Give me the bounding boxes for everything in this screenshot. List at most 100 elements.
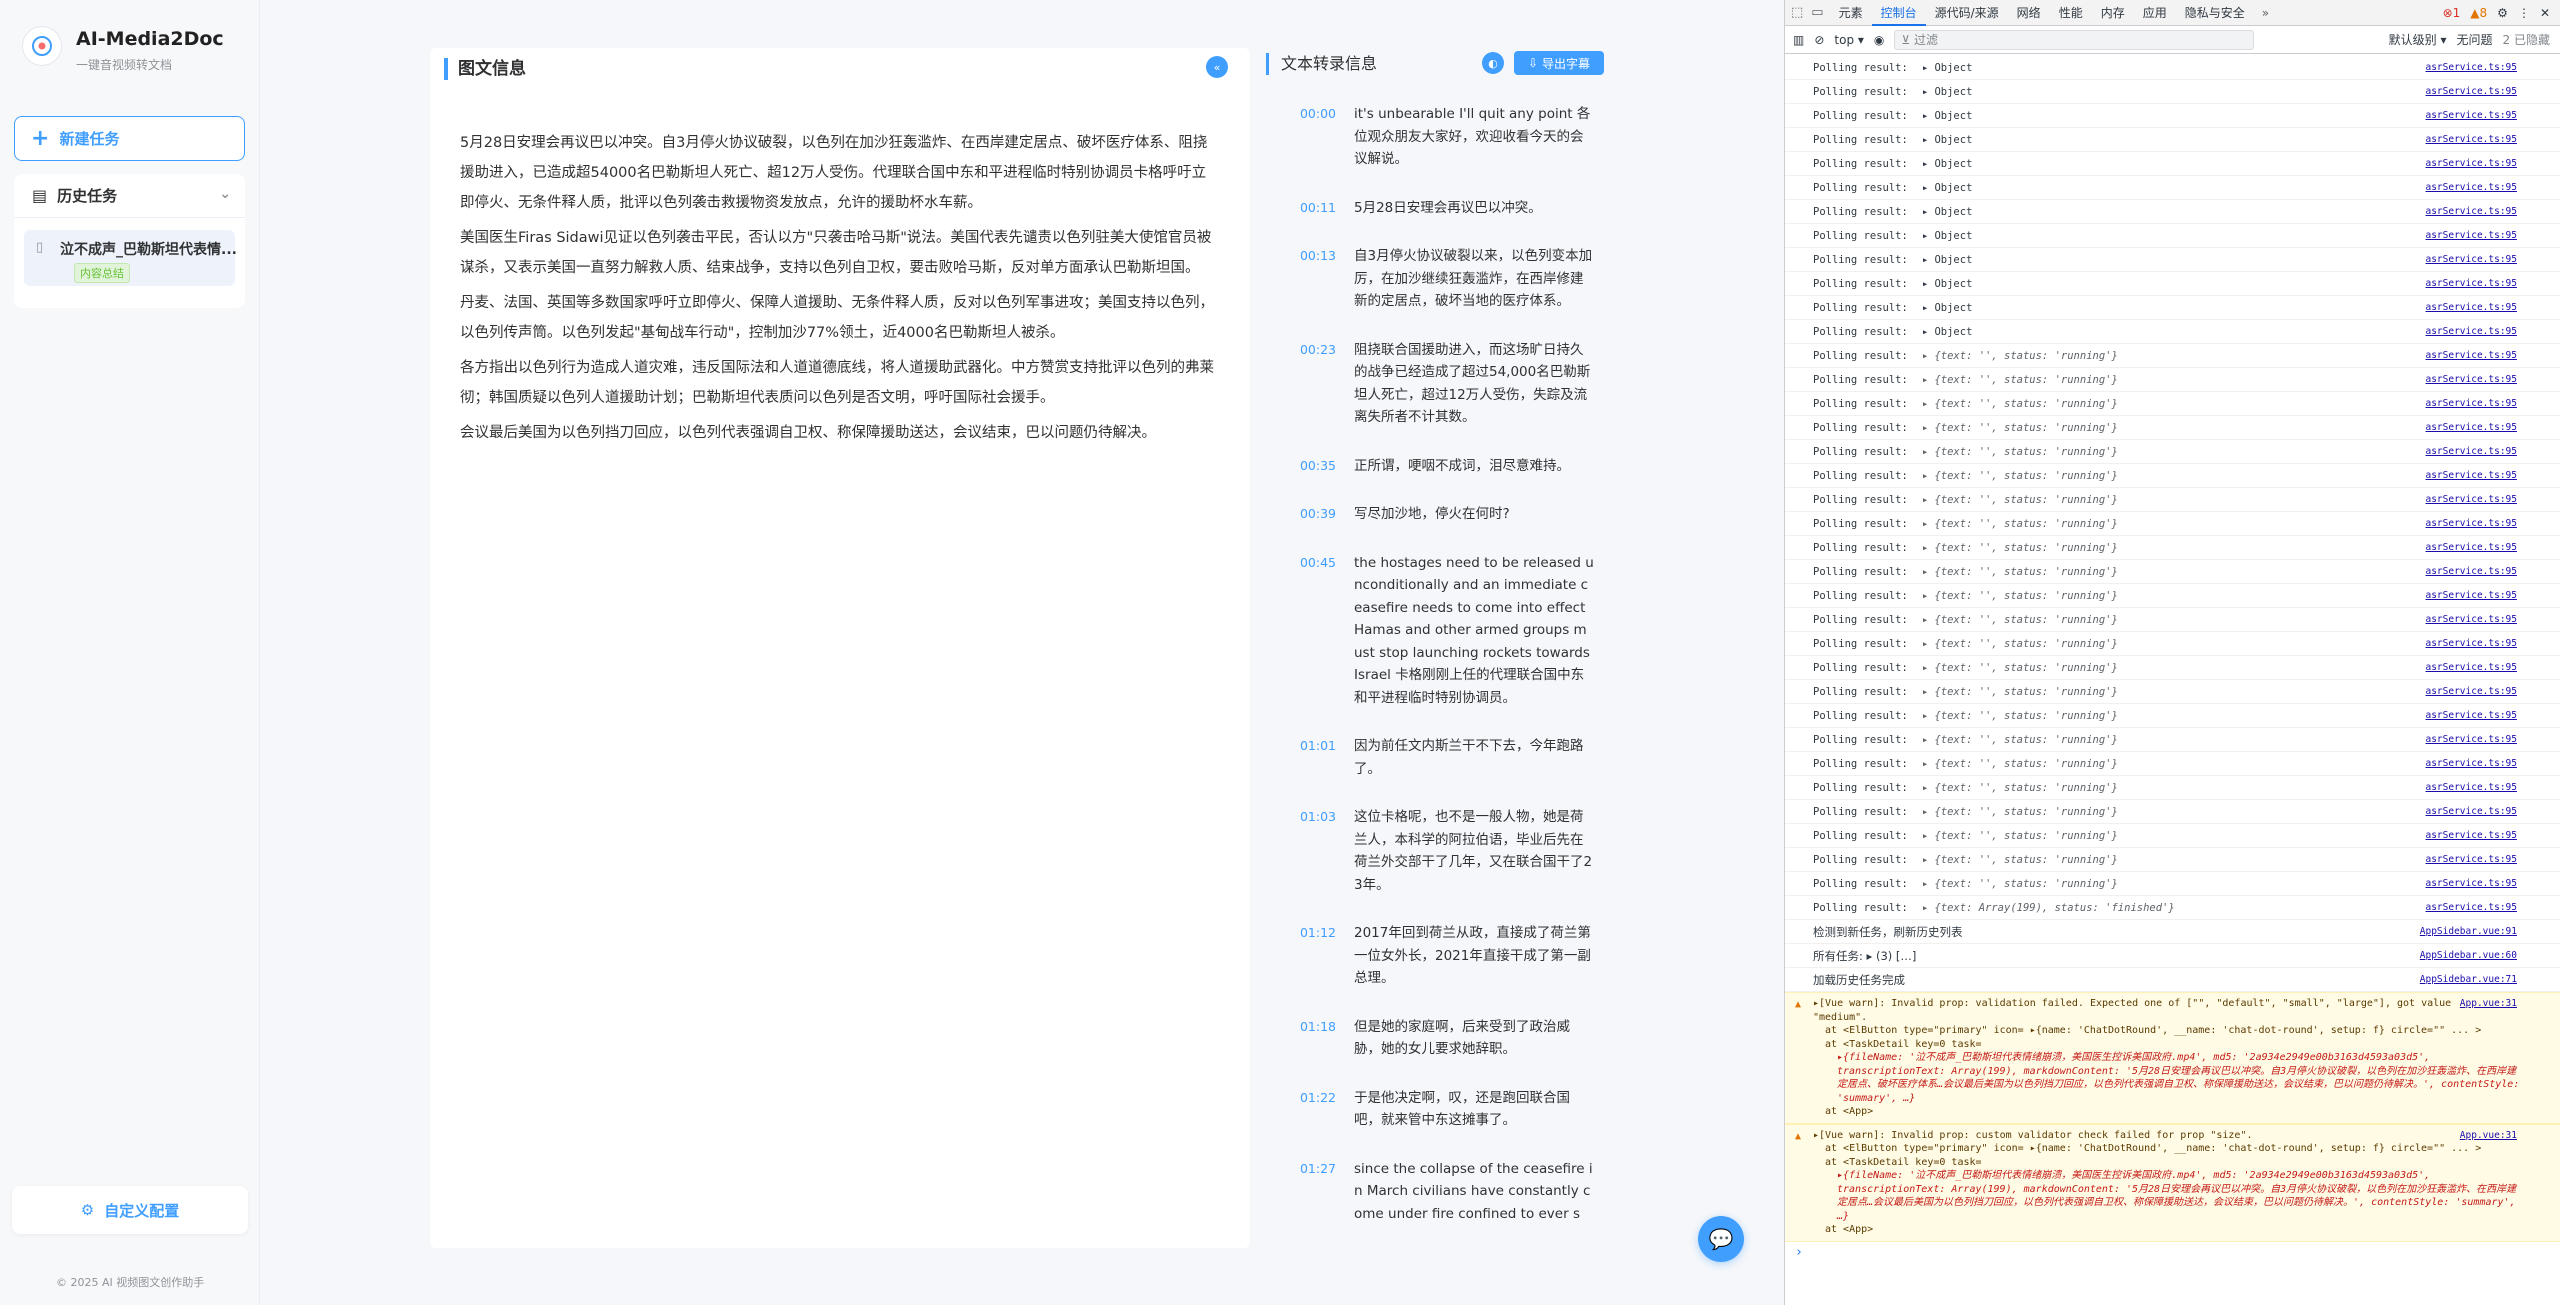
warning-task-object[interactable]: ▸{fileName: '泣不成声_巴勒斯坦代表情绪崩溃，美国医生控诉美国政府.… <box>1813 1051 2521 1105</box>
log-source-link[interactable]: asrService.ts:95 <box>2425 206 2517 217</box>
log-source-link[interactable]: asrService.ts:95 <box>2425 854 2517 865</box>
segment-timestamp[interactable]: 01:27 <box>1282 1158 1354 1226</box>
segment-timestamp[interactable]: 00:39 <box>1282 503 1354 526</box>
context-select[interactable]: top ▾ <box>1834 33 1864 47</box>
devtools-tab[interactable]: 内存 <box>2092 0 2134 26</box>
devtools-tab[interactable]: 隐私与安全 <box>2176 0 2254 26</box>
history-header[interactable]: ▤ 历史任务 ⌄ <box>14 174 245 218</box>
console-log[interactable]: Polling result: ▸ Object asrService.ts:95 P… <box>1785 56 2560 1305</box>
transcript-segment[interactable]: 00:11 5月28日安理会再议巴以冲突。 <box>1282 189 1602 228</box>
log-source-link[interactable]: asrService.ts:95 <box>2425 566 2517 577</box>
transcript-segment[interactable]: 00:39 写尽加沙地，停火在何时? <box>1282 496 1602 535</box>
vue-warning[interactable]: ▲ App.vue:31 ▸[Vue warn]: Invalid prop: va… <box>1785 992 2560 1124</box>
chevron-down-icon[interactable]: ⌄ <box>219 186 231 202</box>
log-source-link[interactable]: asrService.ts:95 <box>2425 302 2517 313</box>
segment-timestamp[interactable]: 01:12 <box>1282 922 1354 990</box>
vue-warning[interactable]: ▲ App.vue:31 ▸[Vue warn]: Invalid prop: cu… <box>1785 1123 2560 1242</box>
settings-gear-icon[interactable]: ⚙ <box>2497 6 2508 20</box>
log-source-link[interactable]: asrService.ts:95 <box>2425 638 2517 649</box>
log-source-link[interactable]: asrService.ts:95 <box>2425 398 2517 409</box>
transcript-segment[interactable]: 00:45 the hostages need to be released un… <box>1282 544 1602 718</box>
warning-task-object[interactable]: ▸{fileName: '泣不成声_巴勒斯坦代表情绪崩溃，美国医生控诉美国政府.… <box>1813 1169 2521 1223</box>
warning-count[interactable]: ▲8 <box>2470 6 2487 20</box>
warning-source-link[interactable]: App.vue:31 <box>2460 997 2517 1011</box>
log-source-link[interactable]: AppSidebar.vue:60 <box>2420 950 2517 961</box>
log-source-link[interactable]: asrService.ts:95 <box>2425 350 2517 361</box>
segment-timestamp[interactable]: 00:35 <box>1282 455 1354 478</box>
export-subtitles-button[interactable]: ⇩ 导出字幕 <box>1514 51 1604 75</box>
log-source-link[interactable]: asrService.ts:95 <box>2425 470 2517 481</box>
log-source-link[interactable]: asrService.ts:95 <box>2425 134 2517 145</box>
transcript-segment[interactable]: 00:35 正所谓，哽咽不成词，泪尽意难持。 <box>1282 447 1602 486</box>
eye-icon[interactable]: ◉ <box>1874 33 1884 47</box>
segment-timestamp[interactable]: 00:45 <box>1282 552 1354 710</box>
devtools-tab[interactable]: 应用 <box>2134 0 2176 26</box>
log-source-link[interactable]: asrService.ts:95 <box>2425 422 2517 433</box>
transcript-segment[interactable]: 00:23 阻挠联合国援助进入，而这场旷日持久的战争已经造成了超过54,000名巴… <box>1282 331 1602 438</box>
log-source-link[interactable]: asrService.ts:95 <box>2425 590 2517 601</box>
log-source-link[interactable]: asrService.ts:95 <box>2425 518 2517 529</box>
log-source-link[interactable]: asrService.ts:95 <box>2425 830 2517 841</box>
segment-timestamp[interactable]: 00:23 <box>1282 339 1354 429</box>
log-source-link[interactable]: asrService.ts:95 <box>2425 110 2517 121</box>
log-source-link[interactable]: asrService.ts:95 <box>2425 494 2517 505</box>
transcript-segment[interactable]: 01:22 于是他决定啊，叹，还是跑回联合国吧，就来管中东这摊事了。 <box>1282 1079 1602 1141</box>
log-source-link[interactable]: asrService.ts:95 <box>2425 446 2517 457</box>
segment-timestamp[interactable]: 01:18 <box>1282 1016 1354 1061</box>
new-task-button[interactable]: + 新建任务 <box>14 116 245 161</box>
console-prompt[interactable]: › <box>1785 1242 2560 1264</box>
log-source-link[interactable]: asrService.ts:95 <box>2425 182 2517 193</box>
log-source-link[interactable]: asrService.ts:95 <box>2425 878 2517 889</box>
log-source-link[interactable]: asrService.ts:95 <box>2425 374 2517 385</box>
transcript-segment[interactable]: 01:18 但是她的家庭啊，后来受到了政治威胁，她的女儿要求她辞职。 <box>1282 1008 1602 1070</box>
collapse-icon[interactable]: « <box>1206 56 1228 78</box>
log-source-link[interactable]: asrService.ts:95 <box>2425 542 2517 553</box>
log-source-link[interactable]: asrService.ts:95 <box>2425 86 2517 97</box>
log-source-link[interactable]: AppSidebar.vue:71 <box>2420 974 2517 985</box>
devtools-tab[interactable]: 控制台 <box>1871 0 1926 26</box>
sidebar-toggle-icon[interactable]: ▥ <box>1793 33 1804 47</box>
log-source-link[interactable]: AppSidebar.vue:91 <box>2420 926 2517 937</box>
segment-timestamp[interactable]: 01:01 <box>1282 735 1354 780</box>
device-toggle-icon[interactable]: ▭ <box>1811 5 1823 20</box>
history-item[interactable]: ▯ 泣不成声_巴勒斯坦代表情... 内容总结 <box>24 230 237 286</box>
log-source-link[interactable]: asrService.ts:95 <box>2425 230 2517 241</box>
transcript-segment[interactable]: 01:27 since the collapse of the ceasefire… <box>1282 1150 1602 1234</box>
segment-timestamp[interactable]: 00:13 <box>1282 245 1354 313</box>
log-source-link[interactable]: asrService.ts:95 <box>2425 254 2517 265</box>
error-count[interactable]: ⊗1 <box>2443 6 2461 20</box>
issues-label[interactable]: 无问题 <box>2457 31 2493 48</box>
transcript-segment[interactable]: 00:00 it's unbearable I'll quit any point… <box>1282 96 1602 180</box>
log-source-link[interactable]: asrService.ts:95 <box>2425 686 2517 697</box>
log-source-link[interactable]: asrService.ts:95 <box>2425 710 2517 721</box>
log-source-link[interactable]: asrService.ts:95 <box>2425 734 2517 745</box>
filter-input[interactable]: ⊻ 过滤 <box>1894 29 2255 50</box>
log-source-link[interactable]: asrService.ts:95 <box>2425 62 2517 73</box>
log-source-link[interactable]: asrService.ts:95 <box>2425 902 2517 913</box>
log-source-link[interactable]: asrService.ts:95 <box>2425 758 2517 769</box>
devtools-tab[interactable]: 源代码/来源 <box>1926 0 2008 26</box>
segment-timestamp[interactable]: 01:22 <box>1282 1087 1354 1132</box>
transcript-segment[interactable]: 01:12 2017年回到荷兰从政，直接成了荷兰第一位女外长，2021年直接干成了… <box>1282 915 1602 999</box>
level-select[interactable]: 默认级别 ▾ <box>2389 31 2447 48</box>
warning-source-link[interactable]: App.vue:31 <box>2460 1129 2517 1143</box>
log-source-link[interactable]: asrService.ts:95 <box>2425 662 2517 673</box>
devtools-tab[interactable]: 网络 <box>2008 0 2050 26</box>
kebab-menu-icon[interactable]: ⋮ <box>2518 6 2530 20</box>
segment-timestamp[interactable]: 01:03 <box>1282 806 1354 896</box>
segment-timestamp[interactable]: 00:11 <box>1282 197 1354 220</box>
devtools-tab[interactable]: 性能 <box>2050 0 2092 26</box>
transcript-segment[interactable]: 01:03 这位卡格呢，也不是一般人物，她是荷兰人，本科学的阿拉伯语，毕业后先在荷… <box>1282 799 1602 905</box>
chat-bubble-button[interactable]: 💬 <box>1698 1216 1744 1262</box>
transcript-segment[interactable]: 00:13 自3月停火协议破裂以来，以色列变本加厉，在加沙继续狂轰滥炸，在西岸修建… <box>1282 238 1602 322</box>
devtools-tab[interactable]: 元素 <box>1830 0 1872 26</box>
transcript-segment[interactable]: 01:01 因为前任文内斯兰干不下去，今年跑路了。 <box>1282 728 1602 789</box>
log-source-link[interactable]: asrService.ts:95 <box>2425 278 2517 289</box>
clear-console-icon[interactable]: ⊘ <box>1814 33 1824 47</box>
inspect-icon[interactable]: ⬚ <box>1791 5 1803 20</box>
more-tabs-icon[interactable]: » <box>2254 6 2277 20</box>
custom-config-button[interactable]: ⚙ 自定义配置 <box>12 1186 248 1234</box>
chat-icon[interactable]: ◐ <box>1482 52 1504 74</box>
log-source-link[interactable]: asrService.ts:95 <box>2425 782 2517 793</box>
log-source-link[interactable]: asrService.ts:95 <box>2425 614 2517 625</box>
